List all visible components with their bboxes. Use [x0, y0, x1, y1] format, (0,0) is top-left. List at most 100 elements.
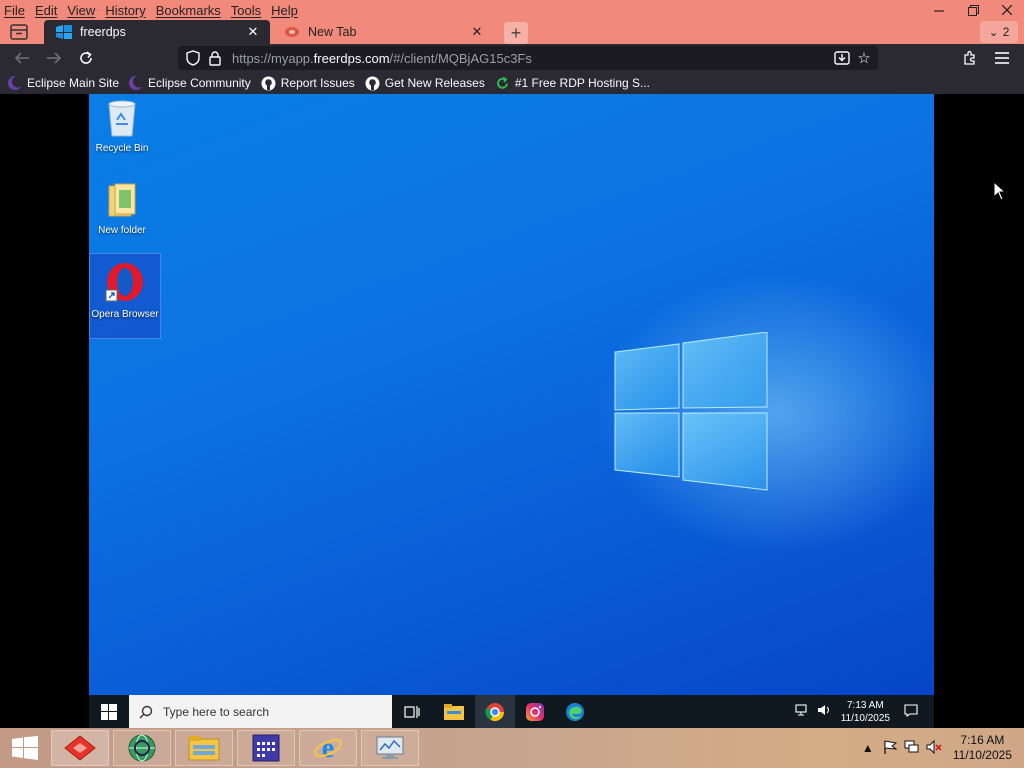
remote-system-tray: 7:13 AM 11/10/2025	[795, 695, 934, 728]
star-icon: ☆	[857, 50, 871, 67]
remote-session-viewport[interactable]: Recycle Bin New folder Opera Browser Typ…	[0, 94, 1024, 728]
recycle-bin-icon	[108, 100, 136, 137]
tab-label: New Tab	[308, 25, 357, 39]
volume-muted-icon[interactable]	[923, 739, 945, 757]
tab-overview-button[interactable]	[6, 21, 32, 43]
local-remote-desktop-button[interactable]	[361, 730, 419, 766]
network-icon[interactable]	[795, 704, 809, 719]
tab-label: freerdps	[80, 25, 126, 39]
local-calendar-app-button[interactable]	[237, 730, 295, 766]
extensions-button[interactable]	[958, 48, 982, 68]
local-clock[interactable]: 7:16 AM 11/10/2025	[953, 733, 1012, 763]
windows-start-icon	[12, 736, 38, 760]
window-controls	[922, 0, 1024, 20]
windows-logo-wallpaper	[614, 332, 768, 491]
desktop-icon-recycle-bin[interactable]: Recycle Bin	[89, 100, 155, 155]
desktop-icon-new-folder[interactable]: New folder	[89, 182, 155, 237]
tab-freerdps[interactable]: freerdps ✕	[44, 20, 270, 44]
reload-button[interactable]	[74, 48, 98, 68]
remote-task-view-button[interactable]	[392, 695, 432, 728]
search-placeholder: Type here to search	[163, 704, 270, 719]
plus-icon: +	[510, 22, 522, 43]
forward-arrow-icon	[47, 52, 62, 64]
url-text: https://myapp.freerdps.com/#/client/MQBj…	[232, 51, 532, 66]
remote-clock[interactable]: 7:13 AM 11/10/2025	[841, 699, 890, 725]
close-window-button[interactable]	[990, 0, 1024, 20]
desktop-icon-opera-browser[interactable]: Opera Browser	[89, 253, 161, 339]
list-all-tabs-button[interactable]: ⌄ 2	[980, 21, 1018, 43]
bookmark-get-new-releases[interactable]: Get New Releases	[365, 76, 485, 91]
tab-new-tab[interactable]: New Tab ✕	[272, 20, 494, 44]
restore-button[interactable]	[956, 0, 990, 20]
local-start-button[interactable]	[0, 728, 50, 768]
menu-history[interactable]: History	[105, 3, 145, 18]
remote-instagram-button[interactable]	[515, 695, 555, 728]
menu-bar: File Edit View History Bookmarks Tools H…	[0, 0, 308, 20]
local-date: 11/10/2025	[952, 748, 1012, 762]
show-hidden-icons-icon[interactable]: ▲	[857, 741, 879, 755]
remote-desktop[interactable]: Recycle Bin New folder Opera Browser	[89, 94, 934, 695]
local-anydesk-button[interactable]	[51, 730, 109, 766]
bookmark-report-issues[interactable]: Report Issues	[261, 76, 355, 91]
url-prefix: https://myapp.	[232, 50, 314, 66]
close-tab-icon[interactable]: ✕	[468, 24, 486, 40]
new-tab-button[interactable]: +	[504, 22, 528, 44]
url-path: /#/client/MQBjAG15c3Fs	[389, 50, 532, 66]
restore-icon	[967, 4, 979, 16]
back-button[interactable]	[10, 48, 34, 68]
tab-strip: freerdps ✕ New Tab ✕ + ⌄ 2	[0, 20, 1024, 44]
navigation-toolbar: https://myapp.freerdps.com/#/client/MQBj…	[0, 44, 1024, 72]
forward-button[interactable]	[42, 48, 66, 68]
menu-tools[interactable]: Tools	[231, 3, 261, 18]
shield-icon	[186, 50, 200, 66]
remote-date: 11/10/2025	[840, 712, 890, 724]
local-time: 7:16 AM	[960, 733, 1005, 747]
bookmark-free-rdp-hosting[interactable]: #1 Free RDP Hosting S...	[495, 76, 650, 91]
screen: File Edit View History Bookmarks Tools H…	[0, 0, 1024, 768]
desktop-icon-label: Opera Browser	[91, 309, 159, 320]
menu-view[interactable]: View	[67, 3, 95, 18]
remote-search-box[interactable]: Type here to search	[129, 695, 392, 728]
app-menu-button[interactable]	[990, 48, 1014, 68]
eclipse-icon	[8, 76, 22, 90]
network-status-icon[interactable]	[901, 740, 923, 757]
menu-file[interactable]: File	[4, 3, 25, 18]
download-tray-icon	[834, 51, 850, 65]
local-internet-explorer-button[interactable]: e	[299, 730, 357, 766]
chrome-icon	[485, 702, 504, 721]
task-view-icon	[404, 705, 420, 718]
menu-bookmarks[interactable]: Bookmarks	[156, 3, 221, 18]
menu-help[interactable]: Help	[271, 3, 298, 18]
notifications-icon[interactable]	[904, 703, 918, 720]
lock-icon	[209, 51, 221, 66]
calendar-app-icon	[252, 734, 280, 762]
bookmark-label: Eclipse Community	[148, 76, 251, 90]
folder-icon	[108, 183, 136, 217]
url-bar[interactable]: https://myapp.freerdps.com/#/client/MQBj…	[178, 46, 878, 70]
remote-chrome-button[interactable]	[475, 695, 515, 728]
opera-icon	[105, 263, 143, 302]
bookmark-label: Eclipse Main Site	[27, 76, 120, 90]
remote-edge-button[interactable]	[555, 695, 595, 728]
bookmark-eclipse-main-site[interactable]: Eclipse Main Site	[8, 76, 119, 90]
freerdps-favicon-icon	[56, 25, 72, 39]
minimize-button[interactable]	[922, 0, 956, 20]
desktop-icon-label: Recycle Bin	[95, 143, 149, 154]
save-to-pocket-button[interactable]	[832, 49, 852, 67]
bookmark-eclipse-community[interactable]: Eclipse Community	[129, 76, 251, 90]
local-taskbar: e ▲ 7:16 AM 11/10/2025	[0, 728, 1024, 768]
remote-start-button[interactable]	[89, 695, 129, 728]
volume-icon[interactable]	[817, 704, 831, 719]
local-network-globe-button[interactable]	[113, 730, 171, 766]
reload-icon	[80, 51, 92, 64]
github-icon	[365, 76, 380, 90]
local-file-explorer-button[interactable]	[175, 730, 233, 766]
remote-taskbar: Type here to search 7:13 AM 11/10/2025	[89, 695, 934, 728]
close-tab-icon[interactable]: ✕	[244, 24, 262, 40]
menu-edit[interactable]: Edit	[35, 3, 57, 18]
desktop-icon-label: New folder	[98, 225, 146, 236]
bookmark-star-button[interactable]: ☆	[854, 49, 874, 67]
close-icon	[1002, 5, 1012, 15]
remote-file-explorer-button[interactable]	[434, 695, 474, 728]
action-center-flag-icon[interactable]	[879, 739, 901, 757]
